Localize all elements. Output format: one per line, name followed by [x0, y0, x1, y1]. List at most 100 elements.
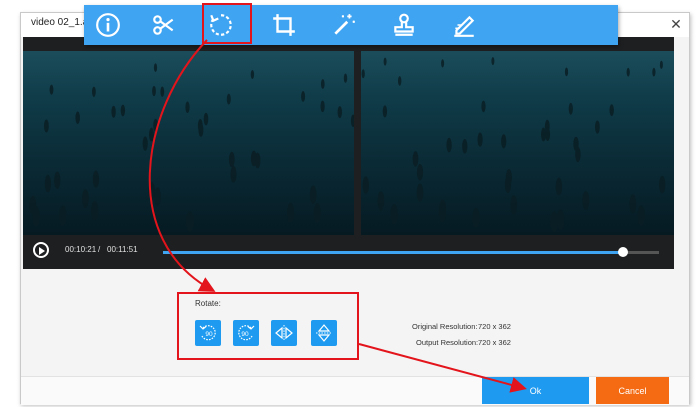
original-preview: [23, 51, 354, 235]
penguin-silhouette: [92, 86, 96, 97]
penguin-silhouette: [59, 205, 67, 226]
total-time: 00:11:51: [107, 245, 138, 254]
penguin-silhouette: [230, 166, 237, 183]
penguin-silhouette: [582, 191, 590, 211]
penguin-silhouette: [142, 136, 148, 151]
penguin-silhouette: [595, 120, 600, 134]
penguin-silhouette: [491, 57, 495, 66]
penguin-silhouette: [573, 136, 579, 152]
penguin-silhouette: [416, 164, 424, 181]
penguin-silhouette: [49, 84, 54, 95]
original-resolution-value: 720 x 362: [478, 322, 511, 331]
penguin-silhouette: [250, 150, 257, 167]
penguin-silhouette: [32, 206, 40, 227]
penguin-silhouette: [438, 202, 446, 223]
penguin-silhouette: [383, 57, 387, 66]
penguin-silhouette: [301, 91, 306, 102]
time-separator: /: [98, 245, 101, 254]
penguin-silhouette: [111, 105, 116, 118]
penguin-silhouette: [228, 151, 235, 168]
penguin-silhouette: [186, 211, 194, 232]
penguin-silhouette: [462, 139, 468, 154]
penguin-silhouette: [412, 151, 419, 167]
penguin-silhouette: [185, 101, 190, 114]
current-time: 00:10:21: [65, 245, 97, 254]
penguin-silhouette: [481, 100, 486, 113]
penguin-silhouette: [361, 69, 365, 79]
penguin-silhouette: [626, 67, 630, 77]
magic-wand-icon[interactable]: [328, 9, 360, 41]
play-button[interactable]: [33, 242, 49, 258]
penguin-silhouette: [398, 76, 402, 86]
penguin-silhouette: [320, 100, 325, 113]
penguin-silhouette: [609, 104, 614, 117]
penguin-silhouette: [321, 79, 325, 89]
penguin-silhouette: [390, 204, 398, 224]
penguin-silhouette: [637, 205, 645, 226]
output-resolution-value: 720 x 362: [478, 338, 511, 347]
penguin-silhouette: [92, 170, 100, 188]
video-preview-area: 00:10:21 / 00:11:51: [23, 37, 674, 269]
penguin-silhouette: [203, 112, 209, 126]
penguin-silhouette: [568, 102, 573, 115]
penguin-silhouette: [148, 182, 155, 201]
penguin-silhouette: [44, 174, 52, 193]
output-resolution-label: Output Resolution:: [416, 338, 479, 347]
penguin-silhouette: [287, 202, 295, 223]
info-icon[interactable]: [92, 9, 124, 41]
penguin-silhouette: [154, 187, 161, 206]
output-preview: [361, 51, 674, 235]
penguin-silhouette: [659, 60, 663, 69]
rotate-tool-highlight: [202, 3, 252, 44]
penguin-silhouette: [44, 119, 49, 133]
rotate-panel-highlight: [177, 292, 359, 360]
penguin-silhouette: [362, 176, 369, 194]
close-button[interactable]: ✕: [667, 15, 685, 33]
penguin-silhouette: [550, 211, 558, 233]
penguin-silhouette: [446, 137, 452, 153]
penguin-silhouette: [441, 59, 445, 68]
penguin-silhouette: [75, 111, 80, 124]
penguin-silhouette: [377, 191, 385, 211]
penguin-silhouette: [472, 207, 480, 228]
penguin-silhouette: [313, 202, 321, 223]
crop-icon[interactable]: [268, 9, 300, 41]
seek-progress: [163, 251, 623, 254]
penguin-silhouette: [556, 209, 565, 230]
penguin-silhouette: [505, 169, 512, 186]
ok-button[interactable]: Ok: [482, 377, 589, 404]
penguin-silhouette: [153, 118, 159, 132]
cancel-button[interactable]: Cancel: [596, 377, 669, 404]
penguin-silhouette: [82, 189, 89, 209]
scissors-icon[interactable]: [148, 9, 180, 41]
underwater-penguins-image: [29, 63, 354, 232]
penguin-silhouette: [343, 73, 348, 83]
penguin-silhouette: [160, 86, 165, 97]
penguin-silhouette: [510, 195, 518, 215]
penguin-silhouette: [564, 67, 569, 77]
seek-handle[interactable]: [617, 247, 628, 257]
penguin-silhouette: [659, 175, 666, 194]
penguin-silhouette: [149, 127, 154, 142]
original-resolution-label: Original Resolution:: [412, 322, 478, 331]
penguin-silhouette: [91, 200, 99, 221]
penguin-silhouette: [152, 85, 156, 97]
penguin-silhouette: [545, 127, 551, 141]
penguin-silhouette: [477, 132, 483, 147]
penguin-silhouette: [153, 63, 158, 72]
penguin-silhouette: [629, 194, 637, 214]
edit-toolbar: [84, 5, 618, 45]
penguin-silhouette: [120, 104, 126, 117]
stamp-icon[interactable]: [388, 9, 420, 41]
penguin-silhouette: [382, 105, 388, 118]
pen-icon[interactable]: [448, 9, 480, 41]
penguin-silhouette: [337, 106, 342, 119]
penguin-silhouette: [501, 134, 507, 149]
penguin-silhouette: [309, 185, 317, 204]
penguin-silhouette: [652, 67, 656, 77]
underwater-penguins-image: [361, 57, 666, 233]
penguin-silhouette: [350, 114, 354, 128]
penguin-silhouette: [54, 171, 61, 189]
penguin-silhouette: [226, 93, 231, 105]
penguin-silhouette: [198, 123, 204, 137]
